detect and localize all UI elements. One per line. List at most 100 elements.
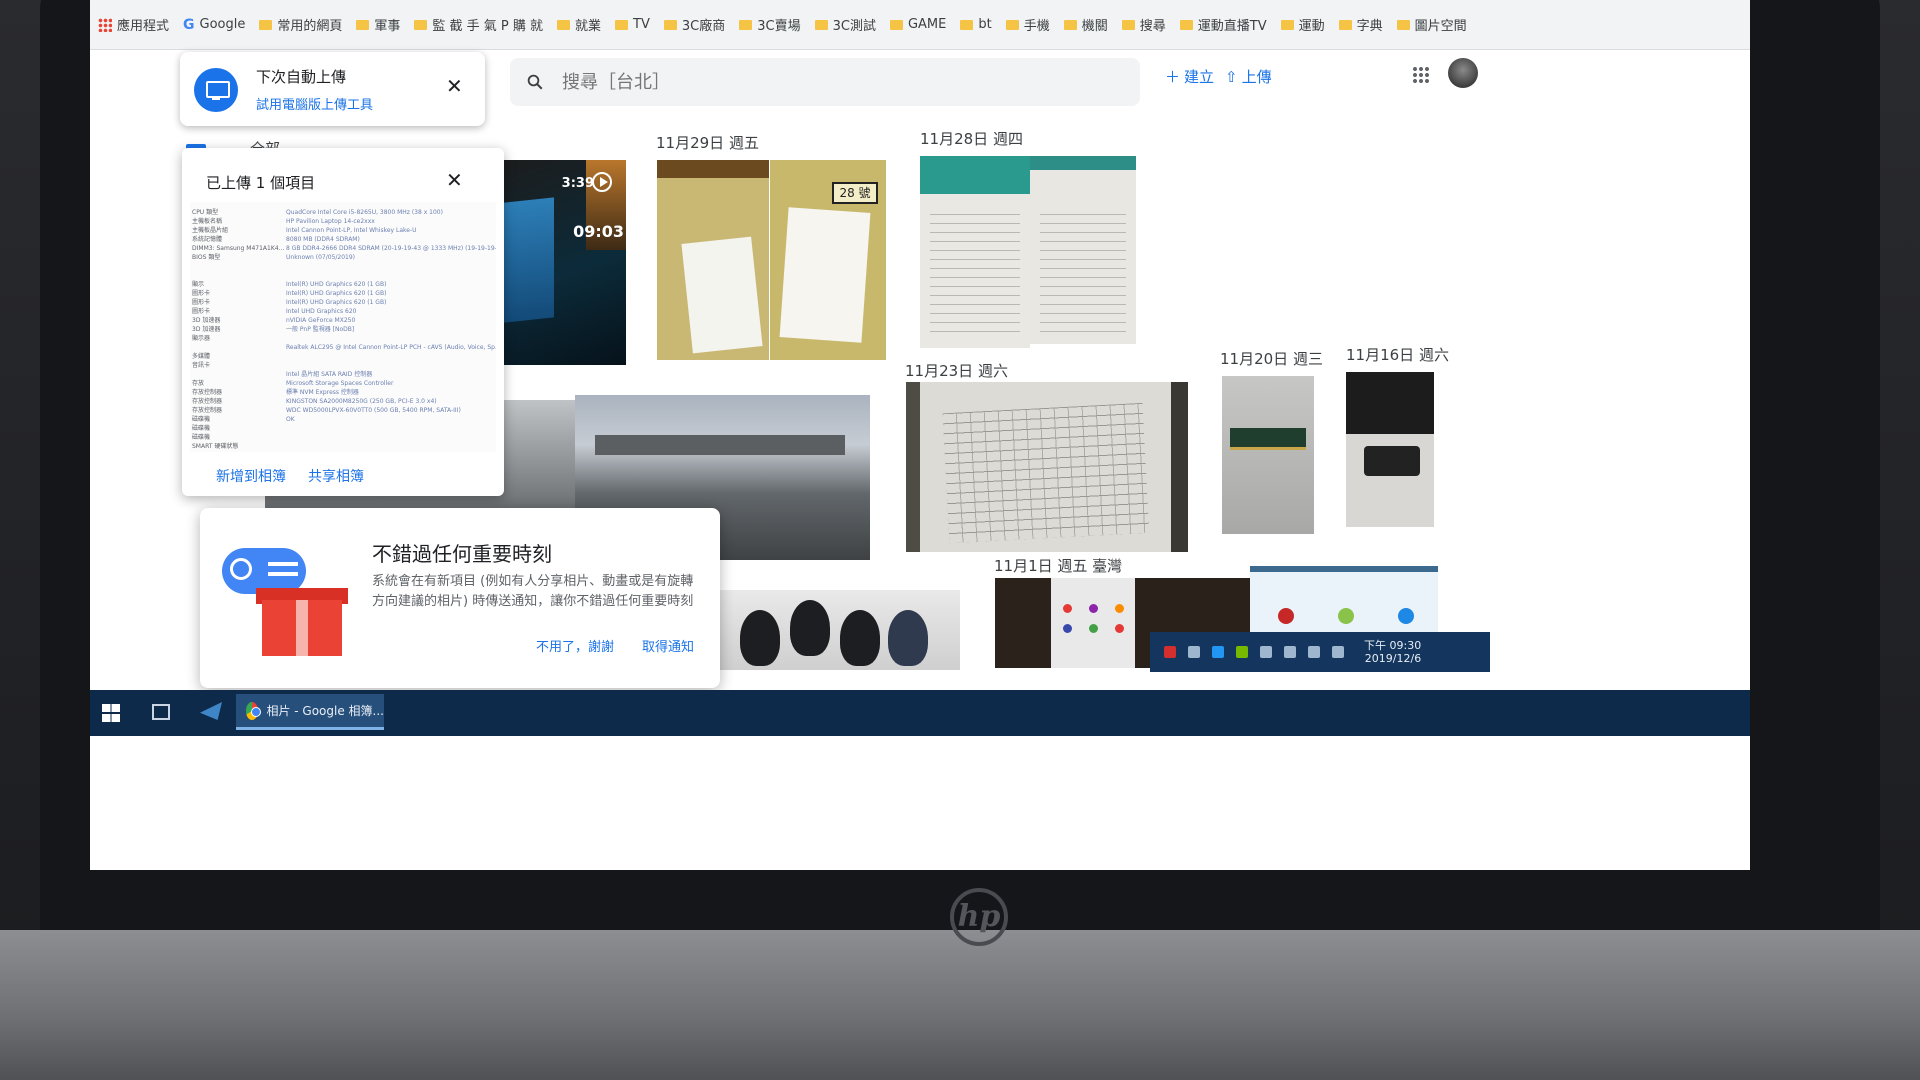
spec-label-line: 存放控制器 — [192, 389, 223, 396]
spec-label-line: 圖形卡 — [192, 290, 211, 297]
close-icon[interactable]: ✕ — [446, 168, 463, 192]
spec-label-line: 系統記憶體 — [192, 236, 223, 243]
search-input[interactable] — [562, 71, 1082, 93]
volume-icon[interactable] — [1308, 646, 1320, 658]
bookmark-item[interactable]: 字典 — [1338, 15, 1383, 34]
bookmark-item[interactable]: 運動 — [1280, 15, 1325, 34]
search-icon — [527, 74, 543, 90]
diagram-ball — [1398, 608, 1414, 624]
spec-label-line: CPU 類型 — [192, 209, 219, 216]
bookmark-label: 手機 — [1023, 19, 1050, 34]
tray-app-icon[interactable] — [1164, 646, 1176, 658]
folder-icon — [663, 19, 677, 30]
enable-notifications-button[interactable]: 取得通知 — [642, 636, 694, 655]
bookmark-item[interactable]: 圖片空間 — [1396, 15, 1467, 34]
diagram-ball — [1338, 608, 1354, 624]
bluetooth-icon[interactable] — [1212, 646, 1224, 658]
folder-icon — [557, 19, 571, 30]
dismiss-button[interactable]: 不用了，謝謝 — [536, 636, 614, 655]
spec-value-line: Intel(R) UHD Graphics 620 (1 GB) — [286, 281, 387, 288]
bookmark-label: 運動 — [1298, 19, 1325, 34]
spec-value-line: Intel Cannon Point-LP, Intel Whiskey Lak… — [286, 227, 417, 234]
bookmark-item[interactable]: 軍事 — [356, 15, 400, 34]
spec-label-line — [192, 370, 282, 379]
avatar[interactable] — [1448, 58, 1478, 88]
bookmark-label: bt — [978, 17, 992, 32]
laptop-screen-glow — [504, 197, 554, 323]
add-to-album-button[interactable]: 新增到相簿 — [216, 466, 286, 486]
battery-icon[interactable] — [1260, 646, 1272, 658]
photo-ram-module[interactable] — [1222, 376, 1314, 534]
spec-value-line: 8080 MB (DDR4 SDRAM) — [286, 236, 360, 243]
shield-icon[interactable] — [1188, 646, 1200, 658]
bookmark-item[interactable]: 3C廠商 — [663, 15, 725, 34]
apps-grid-icon[interactable] — [1412, 66, 1430, 84]
photo-certificate-1[interactable] — [920, 156, 1030, 348]
taskbar-clock[interactable]: 下午 09:30 2019/12/6 — [1364, 639, 1421, 665]
taskbar-chrome-window[interactable]: 相片 - Google 相簿... — [236, 694, 384, 730]
bookmark-item[interactable]: GAME — [889, 17, 946, 32]
spec-label-line: 主機板名稱 — [192, 218, 223, 225]
person-icon — [230, 558, 252, 580]
bookmark-item[interactable]: 監 截 手 氣 P 購 就 — [414, 15, 543, 34]
windows-start-icon[interactable] — [102, 704, 120, 722]
bookmark-item[interactable]: 3C賣場 — [739, 15, 801, 34]
photo-certificate-2[interactable] — [1030, 156, 1136, 344]
photo-video-thumbnail[interactable]: 3:39 09:03 — [490, 160, 626, 365]
desktop-uploader-link[interactable]: 試用電腦版上傳工具 — [256, 94, 373, 113]
wifi-icon[interactable] — [1284, 646, 1296, 658]
language-icon[interactable] — [1332, 646, 1344, 658]
spec-value-line: Intel 晶片組 SATA RAID 控制器 — [286, 371, 373, 378]
color-dot — [1089, 604, 1098, 613]
spec-values: QuadCore Intel Core i5-8265U, 3800 MHz (… — [286, 208, 496, 424]
photo-computer-mice[interactable] — [720, 590, 960, 670]
text-lines — [1040, 206, 1126, 334]
spec-value-line: 8 GB DDR4-2666 DDR4 SDRAM (20-19-19-43 @… — [286, 245, 496, 252]
gift-icon — [262, 600, 342, 656]
create-button[interactable]: ＋ 建立 — [1165, 66, 1214, 87]
bookmark-item[interactable]: 機關 — [1063, 15, 1108, 34]
close-icon[interactable]: ✕ — [446, 74, 463, 98]
photo-form-sheet[interactable] — [906, 382, 1188, 552]
notification-title: 不錯過任何重要時刻 — [372, 542, 552, 566]
folder-icon — [814, 19, 828, 30]
photo-device-box[interactable] — [1346, 372, 1434, 527]
upload-button[interactable]: ⇧ 上傳 — [1225, 66, 1272, 87]
search-bar[interactable] — [510, 58, 1140, 106]
auto-upload-card: 下次自動上傳 試用電腦版上傳工具 ✕ — [180, 52, 485, 126]
color-dot — [1115, 624, 1124, 633]
folder-icon — [1063, 19, 1077, 30]
bookmark-label: TV — [633, 17, 650, 32]
folder-icon — [356, 19, 370, 30]
spec-value-line: Intel(R) UHD Graphics 620 (1 GB) — [286, 290, 387, 297]
bookmark-item[interactable]: 就業 — [557, 15, 601, 34]
uploaded-screenshot-thumbnail[interactable]: CPU 類型 主機板名稱 主機板晶片組 系統記憶體 DIMM3: Samsung M47… — [190, 202, 496, 452]
spec-label-line: BIOS 類型 — [192, 254, 221, 261]
taskbar-window-label: 相片 - Google 相簿... — [266, 704, 384, 718]
photo-document-note[interactable] — [657, 160, 769, 360]
spec-label-line: SMART 硬碟狀態 — [192, 443, 239, 450]
bookmark-label: 運動直播TV — [1197, 19, 1267, 34]
task-view-icon[interactable] — [152, 704, 170, 720]
building-roof — [595, 435, 845, 455]
bookmark-item[interactable]: 手機 — [1005, 15, 1050, 34]
chrome-icon — [246, 701, 262, 720]
bookmark-item[interactable]: 常用的網頁 — [259, 15, 342, 34]
spec-label-line: 主機板晶片組 — [192, 227, 229, 234]
bookmark-label: 3C賣場 — [757, 19, 801, 34]
nvidia-icon[interactable] — [1236, 646, 1248, 658]
bookmark-item[interactable]: 應用程式 — [98, 15, 169, 34]
ram-stick — [1230, 428, 1306, 450]
bookmark-item[interactable]: 3C測試 — [814, 15, 876, 34]
bookmark-item[interactable]: G Google — [183, 17, 245, 33]
auto-upload-title: 下次自動上傳 — [256, 68, 347, 86]
bookmark-item[interactable]: TV — [615, 17, 650, 32]
photo-temple-document[interactable]: 28 號 — [770, 160, 886, 360]
spec-label-line — [192, 343, 282, 352]
bookmark-item[interactable]: bt — [960, 17, 992, 32]
bookmark-item[interactable]: 搜尋 — [1121, 15, 1166, 34]
bookmark-label: 就業 — [575, 19, 602, 34]
bookmark-item[interactable]: 運動直播TV — [1179, 15, 1267, 34]
share-album-button[interactable]: 共享相簿 — [308, 466, 364, 486]
date-header-nov23: 11月23日 週六 — [905, 362, 1008, 380]
